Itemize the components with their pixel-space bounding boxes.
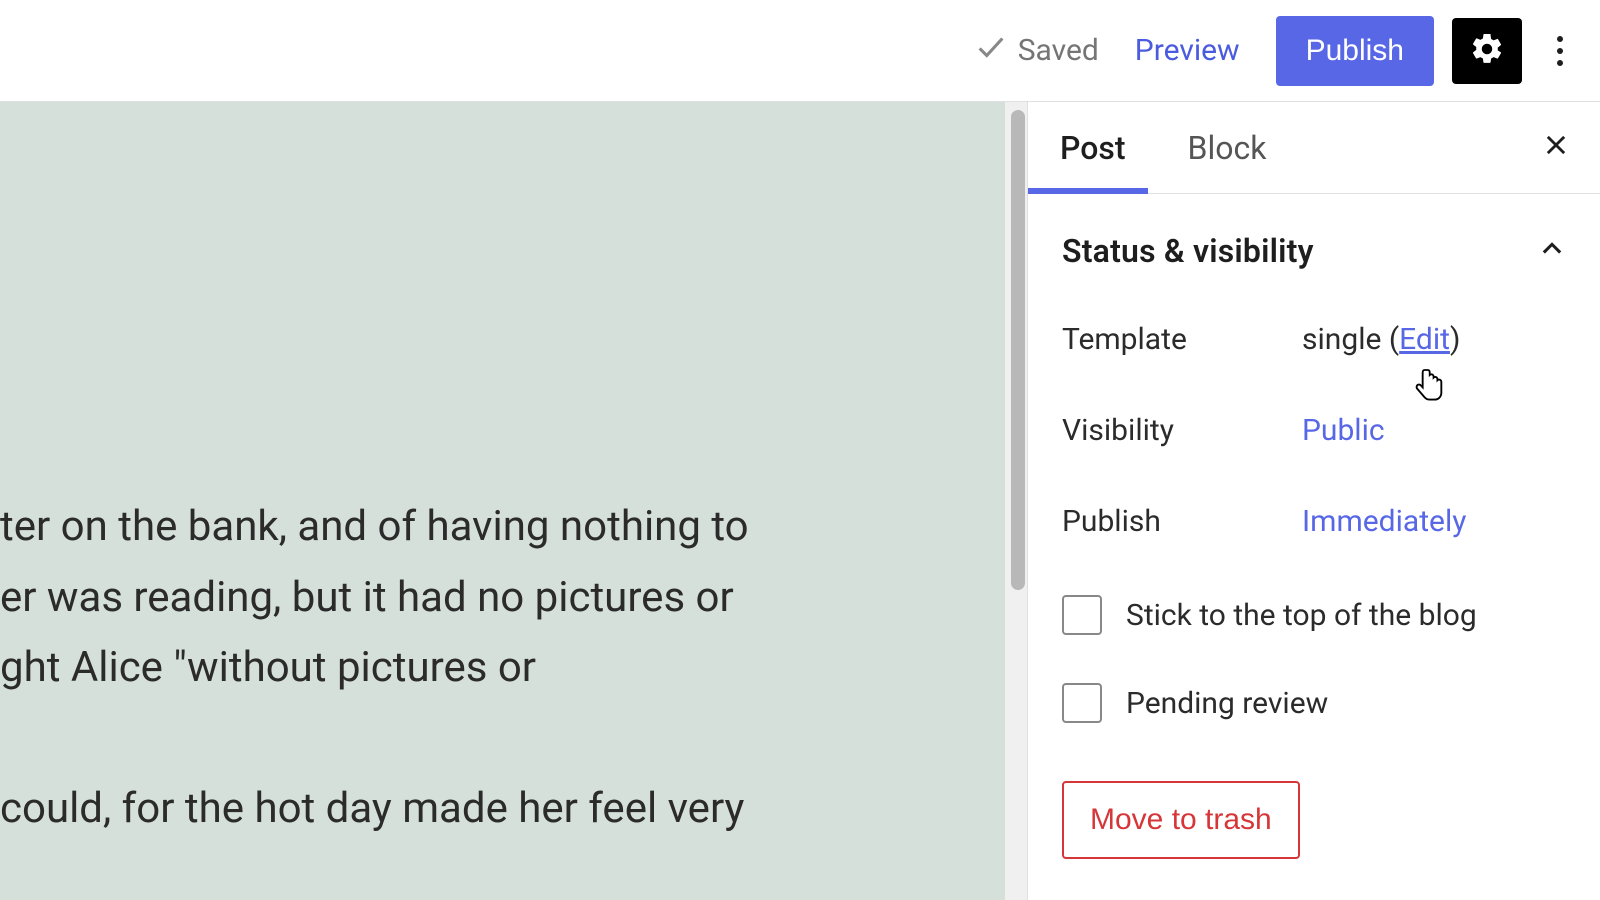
text-line: could, for the hot day made her feel ver… [0,784,744,833]
visibility-label: Visibility [1062,413,1302,448]
stick-to-top-checkbox-row[interactable]: Stick to the top of the blog [1062,595,1566,635]
template-row: Template single ( Edit ) [1062,322,1566,357]
chevron-up-icon [1538,235,1566,267]
close-sidebar-button[interactable] [1542,128,1570,168]
check-icon [974,30,1008,72]
visibility-row: Visibility Public [1062,413,1566,448]
post-content[interactable]: ter on the bank, and of having nothing t… [0,492,997,900]
publish-row: Publish Immediately [1062,504,1566,539]
publish-button[interactable]: Publish [1276,16,1434,86]
editor-canvas[interactable]: ter on the bank, and of having nothing t… [0,102,1027,900]
close-icon [1542,131,1570,159]
gear-icon [1469,31,1505,71]
template-edit-link[interactable]: Edit [1399,322,1450,357]
more-options-button[interactable] [1540,18,1580,84]
settings-sidebar: Post Block Status & visibility Template … [1027,102,1600,900]
panel-title: Status & visibility [1062,232,1314,270]
workspace: ter on the bank, and of having nothing t… [0,102,1600,900]
saved-label: Saved [1018,33,1099,68]
visibility-value[interactable]: Public [1302,413,1385,448]
publish-label: Publish [1062,504,1302,539]
pending-checkbox[interactable] [1062,683,1102,723]
template-value: single [1302,322,1381,357]
kebab-icon [1557,36,1563,66]
scrollbar-thumb[interactable] [1011,110,1025,590]
settings-button[interactable] [1452,18,1522,84]
paren-close: ) [1450,322,1460,357]
status-visibility-panel: Status & visibility Template single ( Ed… [1028,194,1600,869]
preview-button[interactable]: Preview [1117,33,1258,68]
paren-open: ( [1381,322,1399,357]
text-line: ter on the bank, and of having nothing t… [0,502,749,551]
sidebar-tabs: Post Block [1028,102,1600,194]
template-label: Template [1062,322,1302,357]
pending-label: Pending review [1126,686,1328,721]
publish-value[interactable]: Immediately [1302,504,1466,539]
panel-toggle[interactable]: Status & visibility [1062,232,1566,270]
text-line: ght Alice "without pictures or [0,643,536,692]
stick-label: Stick to the top of the blog [1126,598,1477,633]
stick-checkbox[interactable] [1062,595,1102,635]
tab-post[interactable]: Post [1060,102,1156,193]
tab-block[interactable]: Block [1188,102,1297,193]
editor-topbar: Saved Preview Publish [0,0,1600,102]
move-to-trash-button[interactable]: Move to trash [1062,781,1300,859]
text-line: er was reading, but it had no pictures o… [0,573,734,622]
pending-review-checkbox-row[interactable]: Pending review [1062,683,1566,723]
scrollbar-track [1005,102,1027,900]
saved-status: Saved [974,30,1099,72]
